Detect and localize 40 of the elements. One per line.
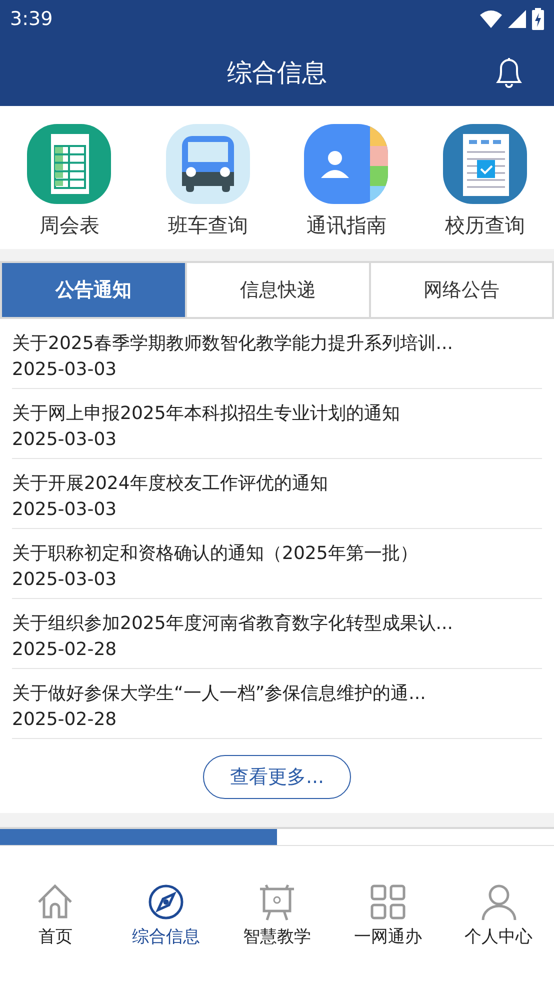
notice-title: 关于组织参加2025年度河南省教育数字化转型成果认... [12, 612, 454, 635]
notice-date: 2025-02-28 [12, 709, 118, 730]
status-time: 3:39 [10, 8, 53, 30]
section-tab[interactable] [277, 829, 554, 845]
notice-title: 关于2025春季学期教师数智化教学能力提升系列培训... [12, 332, 454, 355]
wifi-icon [480, 10, 502, 28]
section-tab[interactable] [0, 829, 277, 845]
grid-icon [368, 882, 407, 920]
notice-date: 2025-03-03 [12, 499, 118, 520]
more-button[interactable]: 查看更多... [202, 755, 352, 799]
person-icon [480, 882, 518, 920]
notice-title: 关于做好参保大学生“一人一档”参保信息维护的通... [12, 682, 427, 705]
home-icon [36, 882, 74, 920]
compass-icon [147, 882, 186, 920]
notice-item[interactable]: 关于网上申报2025年本科拟招生专业计划的通知 2025-03-03 [12, 389, 542, 459]
notice-date: 2025-03-03 [12, 569, 118, 590]
notice-item[interactable]: 关于职称初定和资格确认的通知（2025年第一批） 2025-03-03 [12, 529, 542, 599]
notice-date: 2025-02-28 [12, 639, 118, 660]
notice-item[interactable]: 关于开展2024年度校友工作评优的通知 2025-03-03 [12, 459, 542, 529]
shortcut-button[interactable]: 通讯指南 [277, 120, 416, 239]
notice-title: 关于职称初定和资格确认的通知（2025年第一批） [12, 542, 419, 565]
shortcut-button[interactable]: 校历查询 [416, 120, 554, 239]
nav-item[interactable]: 首页 [0, 846, 111, 984]
nav-item[interactable]: 智慧教学 [222, 846, 332, 984]
notice-item[interactable]: 关于2025春季学期教师数智化教学能力提升系列培训... 2025-03-03 [12, 319, 542, 389]
shortcut-button[interactable]: 周会表 [0, 120, 138, 239]
notice-date: 2025-03-03 [12, 429, 118, 450]
notice-tab[interactable]: 公告通知 [2, 263, 186, 317]
nav-item[interactable]: 个人中心 [443, 846, 554, 984]
notice-item[interactable]: 关于组织参加2025年度河南省教育数字化转型成果认... 2025-02-28 [12, 599, 542, 669]
notice-title: 关于网上申报2025年本科拟招生专业计划的通知 [12, 402, 401, 425]
page-title: 综合信息 [227, 56, 327, 88]
battery-icon [532, 8, 544, 30]
signal-icon [508, 10, 526, 28]
notice-title: 关于开展2024年度校友工作评优的通知 [12, 472, 329, 495]
notice-date: 2025-03-03 [12, 359, 118, 380]
easel-icon [258, 882, 296, 920]
nav-item[interactable]: 一网通办 [332, 846, 444, 984]
shortcut-button[interactable]: 班车查询 [138, 120, 277, 239]
nav-item[interactable]: 综合信息 [110, 846, 222, 984]
